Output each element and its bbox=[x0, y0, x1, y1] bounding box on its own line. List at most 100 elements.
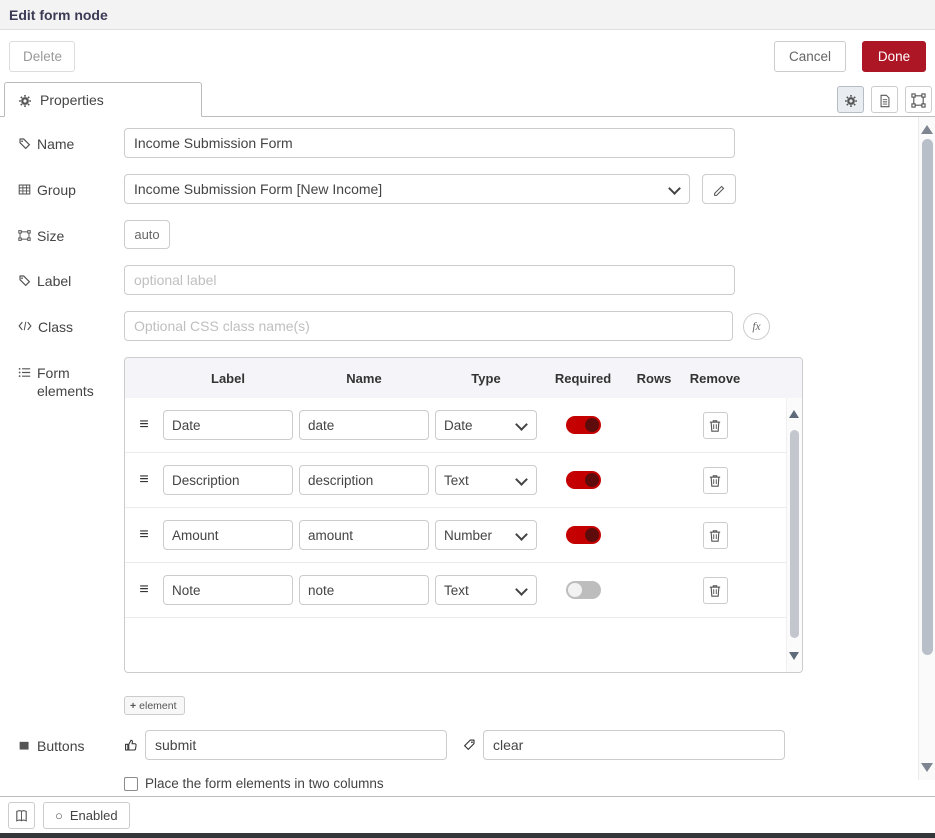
header-name: Name bbox=[299, 371, 429, 386]
cancel-button[interactable]: Cancel bbox=[774, 41, 846, 72]
group-label: Group bbox=[37, 181, 76, 199]
element-type-select[interactable]: Number bbox=[435, 520, 537, 550]
dialog-action-buttons: Cancel Done bbox=[774, 41, 926, 72]
required-toggle[interactable] bbox=[566, 581, 601, 599]
pencil-icon bbox=[713, 184, 726, 197]
header-label: Label bbox=[163, 371, 293, 386]
element-name-input[interactable] bbox=[299, 465, 429, 495]
class-row: Class bbox=[18, 311, 935, 341]
element-type-select-wrap: Date bbox=[435, 410, 537, 440]
drag-handle-icon[interactable] bbox=[131, 526, 157, 544]
tab-properties-label: Properties bbox=[40, 92, 104, 108]
square-icon bbox=[18, 739, 31, 752]
group-row: Group Income Submission Form [New Income… bbox=[18, 174, 935, 204]
element-name-input[interactable] bbox=[299, 410, 429, 440]
element-label-input[interactable] bbox=[163, 575, 293, 605]
main-scrollbar-thumb[interactable] bbox=[922, 139, 933, 655]
form-element-row: Number bbox=[125, 508, 786, 563]
object-group-icon bbox=[18, 229, 31, 242]
size-label-wrap: Size bbox=[18, 220, 124, 245]
description-tab-button[interactable] bbox=[871, 86, 898, 113]
delete-element-button[interactable] bbox=[703, 522, 728, 549]
add-element-button[interactable]: element bbox=[124, 696, 185, 715]
tab-properties[interactable]: Properties bbox=[4, 82, 202, 117]
appearance-tab-button[interactable] bbox=[905, 86, 932, 113]
dialog-footer: Enabled bbox=[0, 796, 935, 833]
add-element-label: element bbox=[139, 700, 176, 712]
workspace-edge bbox=[0, 833, 935, 838]
element-label-input[interactable] bbox=[163, 410, 293, 440]
scroll-up-icon[interactable] bbox=[921, 125, 933, 134]
clear-label-input[interactable] bbox=[483, 730, 785, 760]
form-elements-table: Label Name Type Required Rows Remove bbox=[124, 357, 803, 673]
document-icon bbox=[878, 94, 892, 108]
label-label-wrap: Label bbox=[18, 265, 124, 290]
delete-element-button[interactable] bbox=[703, 467, 728, 494]
header-type: Type bbox=[435, 371, 537, 386]
group-select-wrap: Income Submission Form [New Income] bbox=[124, 174, 690, 204]
element-name-input[interactable] bbox=[299, 575, 429, 605]
gear-icon bbox=[18, 94, 32, 108]
form-elements-label: Form elements bbox=[37, 364, 124, 400]
header-required: Required bbox=[543, 371, 623, 386]
buttons-label-wrap: Buttons bbox=[18, 730, 124, 755]
name-label: Name bbox=[37, 135, 74, 153]
element-type-select[interactable]: Text bbox=[435, 465, 537, 495]
node-help-button[interactable] bbox=[8, 802, 35, 829]
form-element-row: Text bbox=[125, 563, 786, 618]
properties-tab-button[interactable] bbox=[837, 86, 864, 113]
drag-handle-icon[interactable] bbox=[131, 581, 157, 599]
trash-icon bbox=[709, 529, 721, 543]
required-toggle[interactable] bbox=[566, 526, 601, 544]
element-type-select[interactable]: Text bbox=[435, 575, 537, 605]
main-scrollbar[interactable] bbox=[918, 117, 935, 780]
label-input[interactable] bbox=[124, 265, 735, 295]
buttons-label: Buttons bbox=[37, 737, 84, 755]
drag-handle-icon[interactable] bbox=[131, 416, 157, 434]
form-element-row: Text bbox=[125, 453, 786, 508]
tag-icon bbox=[463, 738, 476, 751]
element-label-input[interactable] bbox=[163, 520, 293, 550]
element-label-input[interactable] bbox=[163, 465, 293, 495]
book-icon bbox=[14, 809, 29, 824]
two-columns-checkbox[interactable] bbox=[124, 777, 138, 791]
size-label: Size bbox=[37, 227, 64, 245]
delete-element-button[interactable] bbox=[703, 577, 728, 604]
element-type-select[interactable]: Date bbox=[435, 410, 537, 440]
required-toggle[interactable] bbox=[566, 416, 601, 434]
size-auto-button[interactable]: auto bbox=[124, 220, 170, 249]
submit-label-input[interactable] bbox=[145, 730, 447, 760]
form-elements-header: Label Name Type Required Rows Remove bbox=[125, 358, 802, 398]
element-name-input[interactable] bbox=[299, 520, 429, 550]
code-icon bbox=[18, 320, 32, 332]
name-input[interactable] bbox=[124, 128, 735, 158]
drag-handle-icon[interactable] bbox=[131, 471, 157, 489]
header-remove: Remove bbox=[685, 371, 745, 386]
done-button[interactable]: Done bbox=[862, 41, 926, 72]
node-enabled-button[interactable]: Enabled bbox=[43, 802, 130, 829]
form-elements-rows: Date bbox=[125, 398, 786, 672]
gear-icon bbox=[844, 94, 858, 108]
two-columns-label: Place the form elements in two columns bbox=[145, 776, 384, 791]
delete-button[interactable]: Delete bbox=[9, 41, 75, 72]
name-row: Name bbox=[18, 128, 935, 158]
form-elements-row: Form elements Label Name Type Required R… bbox=[18, 357, 935, 673]
scroll-down-icon[interactable] bbox=[789, 652, 799, 660]
group-select[interactable]: Income Submission Form [New Income] bbox=[124, 174, 690, 204]
scroll-up-icon[interactable] bbox=[789, 410, 799, 418]
trash-icon bbox=[709, 584, 721, 598]
dialog-buttonbar: Delete Cancel Done bbox=[0, 30, 935, 82]
required-toggle[interactable] bbox=[566, 471, 601, 489]
group-label-wrap: Group bbox=[18, 174, 124, 199]
header-rows: Rows bbox=[629, 371, 679, 386]
tag-icon bbox=[18, 137, 31, 150]
table-scrollbar-thumb[interactable] bbox=[790, 430, 799, 638]
edit-group-button[interactable] bbox=[702, 174, 736, 204]
delete-element-button[interactable] bbox=[703, 412, 728, 439]
table-scrollbar[interactable] bbox=[786, 398, 802, 672]
expression-fx-button[interactable] bbox=[743, 313, 770, 340]
scroll-down-icon[interactable] bbox=[921, 763, 933, 772]
trash-icon bbox=[709, 474, 721, 488]
tab-toolbar bbox=[837, 86, 932, 113]
class-input[interactable] bbox=[124, 311, 733, 341]
